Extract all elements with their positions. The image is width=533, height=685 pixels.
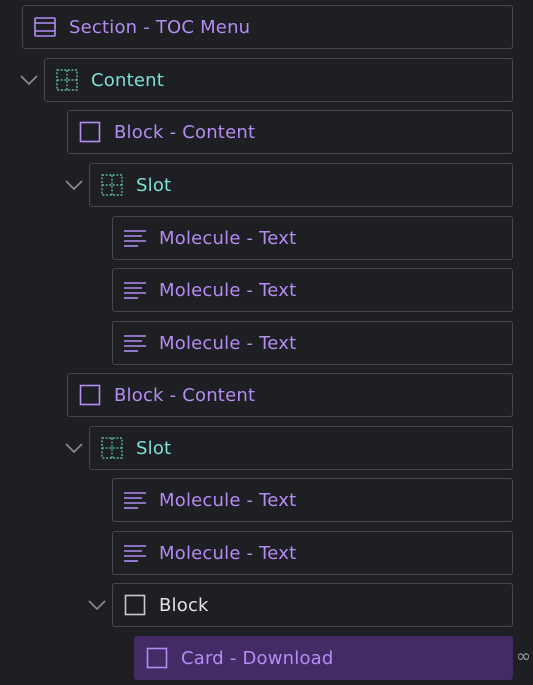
tree-node-label: Slot	[136, 437, 172, 459]
grid-layout-icon	[100, 436, 124, 460]
text-lines-icon	[123, 226, 147, 250]
block-square-icon	[78, 383, 102, 407]
block-square-icon	[123, 593, 147, 617]
tree-node-label: Block - Content	[114, 384, 256, 406]
tree-node-label: Slot	[136, 174, 172, 196]
tree-row-card-download: Card - Download	[0, 636, 533, 680]
chevron-down-icon[interactable]	[63, 163, 85, 207]
tree-node-slot[interactable]: Slot	[89, 163, 513, 207]
tree-node-label: Block - Content	[114, 121, 256, 143]
tree-row-molecule-text: Molecule - Text	[0, 216, 533, 260]
tree-row-block-content: Block - Content	[0, 110, 533, 154]
tree-node-label: Molecule - Text	[159, 279, 297, 301]
tree-node-label: Card - Download	[181, 647, 334, 669]
tree-node-block-content[interactable]: Block - Content	[67, 110, 513, 154]
chevron-down-icon[interactable]	[18, 58, 40, 102]
tree-node-block-content[interactable]: Block - Content	[67, 373, 513, 417]
text-lines-icon	[123, 278, 147, 302]
link-icon[interactable]: ∞	[516, 649, 533, 665]
tree-node-label: Molecule - Text	[159, 489, 297, 511]
tree-node-label: Molecule - Text	[159, 542, 297, 564]
tree-node-slot[interactable]: Slot	[89, 426, 513, 470]
tree-node-label: Molecule - Text	[159, 227, 297, 249]
tree-row-block-content: Block - Content	[0, 373, 533, 417]
text-lines-icon	[123, 488, 147, 512]
tree-node-block[interactable]: Block	[112, 583, 513, 627]
tree-node-molecule-text[interactable]: Molecule - Text	[112, 478, 513, 522]
tree-row-block: Block	[0, 583, 533, 627]
block-square-icon	[145, 646, 169, 670]
tree-node-card-download[interactable]: Card - Download	[134, 636, 513, 680]
grid-layout-icon	[55, 68, 79, 92]
tree-node-molecule-text[interactable]: Molecule - Text	[112, 321, 513, 365]
tree-node-section-toc-menu[interactable]: Section - TOC Menu	[22, 5, 513, 49]
tree-row-molecule-text: Molecule - Text	[0, 268, 533, 312]
chevron-down-icon[interactable]	[86, 583, 108, 627]
tree-row-molecule-text: Molecule - Text	[0, 531, 533, 575]
tree-node-molecule-text[interactable]: Molecule - Text	[112, 216, 513, 260]
tree-row-content: Content	[0, 58, 533, 102]
text-lines-icon	[123, 331, 147, 355]
text-lines-icon	[123, 541, 147, 565]
tree-row-slot: Slot	[0, 426, 533, 470]
block-square-icon	[78, 120, 102, 144]
section-icon	[33, 15, 57, 39]
tree-node-label: Content	[91, 69, 164, 91]
tree-node-label: Block	[159, 594, 209, 616]
tree-node-label: Section - TOC Menu	[69, 16, 251, 38]
tree-row-molecule-text: Molecule - Text	[0, 321, 533, 365]
tree-row-molecule-text: Molecule - Text	[0, 478, 533, 522]
tree-node-molecule-text[interactable]: Molecule - Text	[112, 268, 513, 312]
tree-row-slot: Slot	[0, 163, 533, 207]
tree-node-label: Molecule - Text	[159, 332, 297, 354]
tree-row-section-toc-menu: Section - TOC Menu	[0, 5, 533, 49]
tree-node-molecule-text[interactable]: Molecule - Text	[112, 531, 513, 575]
tree-node-content[interactable]: Content	[44, 58, 513, 102]
grid-layout-icon	[100, 173, 124, 197]
chevron-down-icon[interactable]	[63, 426, 85, 470]
